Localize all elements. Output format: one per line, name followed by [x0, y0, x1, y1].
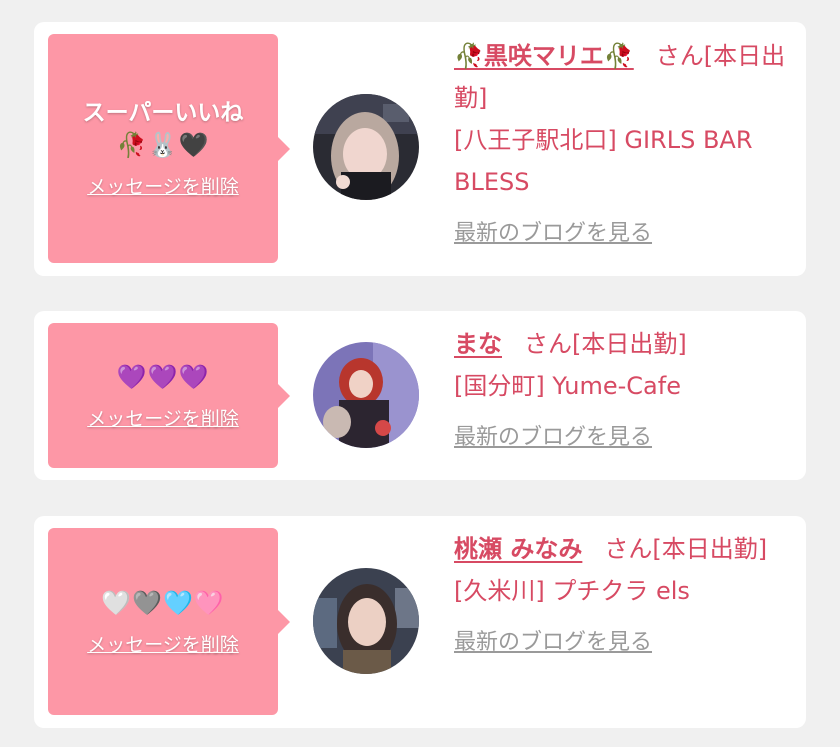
cast-info: 🥀黒咲マリエ🥀 さん[本日出勤] [八王子駅北口] GIRLS BAR BLESS…: [454, 35, 788, 255]
message-bubble: 💜💜💜 メッセージを削除: [48, 323, 290, 468]
shop-name: [久米川] プチクラ els: [454, 577, 690, 605]
avatar-photo: [313, 94, 419, 200]
cast-status: さん[本日出勤]: [524, 330, 687, 358]
cast-name-link[interactable]: 桃瀬 みなみ: [454, 535, 582, 563]
message-card: 💜💜💜 メッセージを削除 まな さん[本日出勤] [国分町] Yume-Cafe …: [34, 311, 806, 480]
message-emoji: 🤍🩶🩵🩷: [101, 589, 225, 617]
latest-blog-link[interactable]: 最新のブログを見る: [454, 213, 652, 255]
cast-info: 桃瀬 みなみ さん[本日出勤] [久米川] プチクラ els 最新のブログを見る: [454, 528, 788, 664]
avatar[interactable]: [313, 342, 419, 448]
avatar[interactable]: [313, 568, 419, 674]
latest-blog-link[interactable]: 最新のブログを見る: [454, 417, 652, 459]
shop-name: [国分町] Yume-Cafe: [454, 372, 681, 400]
message-card: スーパーいいね 🥀🐰🖤 メッセージを削除 🥀黒咲マリエ🥀 さん[本日出勤] [八王…: [34, 22, 806, 276]
delete-message-link[interactable]: メッセージを削除: [87, 404, 239, 431]
avatar-photo: [313, 568, 419, 674]
cast-name-link[interactable]: 🥀黒咲マリエ🥀: [454, 42, 634, 70]
avatar-photo: [313, 342, 419, 448]
message-emoji: 💜💜💜: [116, 363, 210, 391]
avatar[interactable]: [313, 94, 419, 200]
shop-name: [八王子駅北口] GIRLS BAR BLESS: [454, 126, 753, 196]
cast-status: さん[本日出勤]: [604, 535, 768, 563]
message-bubble: 🤍🩶🩵🩷 メッセージを削除: [48, 528, 290, 715]
delete-message-link[interactable]: メッセージを削除: [87, 172, 239, 199]
message-emoji: 🥀🐰🖤: [116, 131, 210, 159]
latest-blog-link[interactable]: 最新のブログを見る: [454, 622, 652, 664]
cast-info: まな さん[本日出勤] [国分町] Yume-Cafe 最新のブログを見る: [454, 323, 788, 459]
message-list: スーパーいいね 🥀🐰🖤 メッセージを削除 🥀黒咲マリエ🥀 さん[本日出勤] [八王…: [0, 0, 840, 747]
message-card: 🤍🩶🩵🩷 メッセージを削除 桃瀬 みなみ さん[本日出勤] [久米川] プチクラ …: [34, 516, 806, 728]
delete-message-link[interactable]: メッセージを削除: [87, 630, 239, 657]
cast-name-link[interactable]: まな: [454, 330, 502, 358]
message-bubble: スーパーいいね 🥀🐰🖤 メッセージを削除: [48, 34, 290, 263]
message-text: スーパーいいね: [82, 100, 244, 126]
